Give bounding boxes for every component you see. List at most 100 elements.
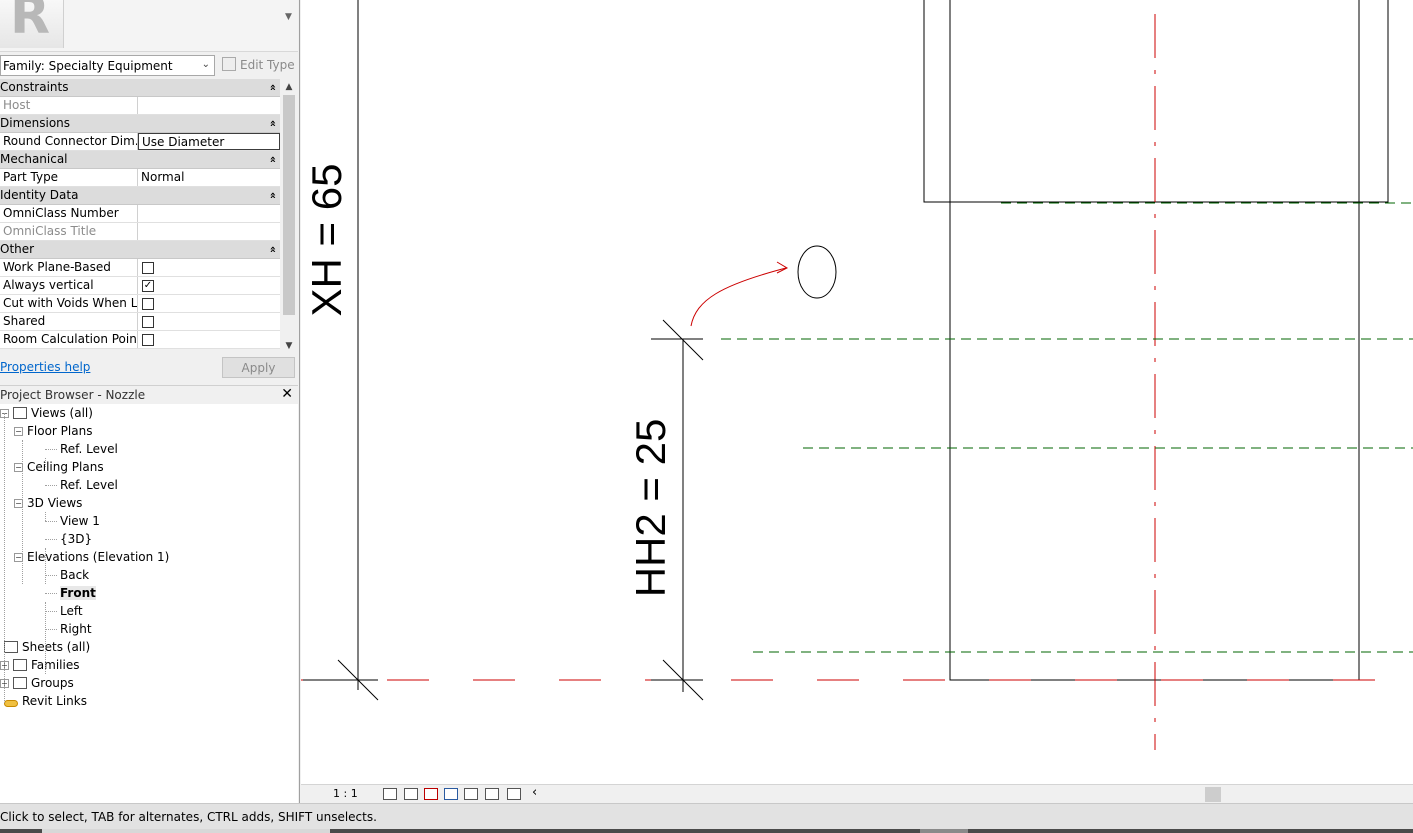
tree-item-label: View 1 xyxy=(60,514,100,528)
property-checkbox-cell[interactable]: ✓ xyxy=(138,277,280,294)
tree-item-label: Ceiling Plans xyxy=(27,460,104,474)
sun-path-icon[interactable] xyxy=(424,788,438,800)
property-value[interactable] xyxy=(138,205,280,222)
property-group-header[interactable]: Identity Data » xyxy=(0,187,280,205)
edit-type-label: Edit Type xyxy=(240,58,295,72)
collapse-group-icon[interactable]: » xyxy=(264,120,280,127)
property-checkbox-cell[interactable] xyxy=(138,295,280,312)
collapse-group-icon[interactable]: » xyxy=(264,192,280,199)
property-row[interactable]: Room Calculation Point xyxy=(0,331,280,349)
checkbox[interactable] xyxy=(142,316,154,328)
views-icon xyxy=(13,407,27,419)
temporary-hide-icon[interactable] xyxy=(507,788,521,800)
scroll-down-icon[interactable]: ▼ xyxy=(281,338,297,354)
collapse-arrow-icon[interactable]: ‹ xyxy=(532,785,537,800)
property-row[interactable]: Host xyxy=(0,97,280,115)
collapse-group-icon[interactable]: » xyxy=(264,246,280,253)
tree-item-label: Sheets (all) xyxy=(22,640,91,654)
property-checkbox-cell[interactable] xyxy=(138,313,280,330)
tree-item[interactable]: + Families xyxy=(0,656,79,674)
property-row[interactable]: Cut with Voids When L... xyxy=(0,295,280,313)
drawing-canvas[interactable]: XH = 65 HH2 = 25 xyxy=(301,0,1413,784)
project-browser-tree: − Views (all) − Floor Plans Ref. Level − Ceili… xyxy=(0,404,298,803)
tree-connector xyxy=(45,521,57,522)
checkbox[interactable] xyxy=(142,334,154,346)
tree-item[interactable]: − Elevations (Elevation 1) xyxy=(14,548,169,566)
show-crop-region-icon[interactable] xyxy=(485,788,499,800)
property-value[interactable] xyxy=(138,97,280,114)
properties-scrollbar[interactable]: ▲ ▼ xyxy=(281,79,297,354)
properties-help-link[interactable]: Properties help xyxy=(0,360,90,374)
property-value[interactable] xyxy=(138,223,280,240)
property-group-label: Constraints xyxy=(0,80,69,94)
property-row[interactable]: Shared xyxy=(0,313,280,331)
property-checkbox-cell[interactable] xyxy=(138,331,280,348)
flange-outline[interactable] xyxy=(923,0,1389,203)
tree-connector xyxy=(45,575,57,576)
dim-xh-label[interactable]: XH = 65 xyxy=(303,164,350,317)
tree-connector xyxy=(45,611,57,612)
circle-annotation xyxy=(797,245,837,299)
close-icon[interactable]: ✕ xyxy=(281,386,293,402)
property-value[interactable]: Use Diameter xyxy=(138,133,280,150)
family-filter-label: Family: Specialty Equipment xyxy=(3,59,173,73)
properties-footer: Properties help Apply xyxy=(0,355,298,381)
property-group-header[interactable]: Other » xyxy=(0,241,280,259)
shadows-icon[interactable] xyxy=(444,788,458,800)
family-filter-dropdown[interactable]: Family: Specialty Equipment ⌄ xyxy=(0,55,215,76)
tree-item[interactable]: − Ceiling Plans xyxy=(14,458,104,476)
property-value[interactable]: Normal xyxy=(138,169,280,186)
tree-item[interactable]: − Views (all) xyxy=(0,404,93,422)
taskbar-segment xyxy=(42,829,330,833)
property-row[interactable]: Part Type Normal xyxy=(0,169,280,187)
property-checkbox-cell[interactable] xyxy=(138,259,280,276)
revit-app: R ▼ Family: Specialty Equipment ⌄ Edit T… xyxy=(0,0,1413,833)
property-group-header[interactable]: Dimensions » xyxy=(0,115,280,133)
type-dropdown-arrow-icon[interactable]: ▼ xyxy=(285,12,292,22)
scroll-thumb[interactable] xyxy=(283,95,295,315)
tree-item[interactable]: Sheets (all) xyxy=(4,638,90,656)
tree-item-label: Views (all) xyxy=(31,406,93,420)
scroll-up-icon[interactable]: ▲ xyxy=(281,79,297,95)
property-row[interactable]: Work Plane-Based xyxy=(0,259,280,277)
tree-item[interactable]: + Groups xyxy=(0,674,74,692)
property-row[interactable]: Always vertical ✓ xyxy=(0,277,280,295)
crop-view-icon[interactable] xyxy=(464,788,478,800)
checkbox-checked[interactable]: ✓ xyxy=(142,280,154,292)
property-name: Always vertical xyxy=(0,277,138,294)
elevation-drawing[interactable]: XH = 65 HH2 = 25 xyxy=(301,0,1413,784)
horizontal-scroll-thumb[interactable] xyxy=(1205,787,1221,802)
dim-hh2-label[interactable]: HH2 = 25 xyxy=(627,419,674,598)
view-scale[interactable]: 1 : 1 xyxy=(333,787,358,800)
edit-type-button[interactable]: Edit Type xyxy=(220,55,296,76)
apply-button[interactable]: Apply xyxy=(222,357,295,378)
project-browser-title: Project Browser - Nozzle xyxy=(0,388,146,402)
red-arrowhead xyxy=(776,261,789,274)
property-row[interactable]: OmniClass Number xyxy=(0,205,280,223)
property-row[interactable]: Round Connector Dim... Use Diameter xyxy=(0,133,280,151)
tree-item-label: Front xyxy=(60,586,96,600)
properties-grid: Constraints » Host Dimensions » Round Connect… xyxy=(0,79,280,349)
property-group-header[interactable]: Mechanical » xyxy=(0,151,280,169)
revit-links-icon xyxy=(4,700,18,707)
tree-item[interactable]: − Floor Plans xyxy=(14,422,92,440)
collapse-group-icon[interactable]: » xyxy=(264,156,280,163)
detail-level-icon[interactable] xyxy=(383,788,397,800)
checkbox[interactable] xyxy=(142,262,154,274)
property-group-header[interactable]: Constraints » xyxy=(0,79,280,97)
property-name: Shared xyxy=(0,313,138,330)
checkbox[interactable] xyxy=(142,298,154,310)
tree-item-label: Left xyxy=(60,604,83,618)
tree-item-label: Right xyxy=(60,622,92,636)
tree-item-label: Elevations (Elevation 1) xyxy=(27,550,170,564)
property-row[interactable]: OmniClass Title xyxy=(0,223,280,241)
tree-item[interactable]: −3D Views xyxy=(14,494,82,512)
property-name: OmniClass Title xyxy=(0,223,138,240)
visual-style-icon[interactable] xyxy=(404,788,418,800)
tree-item[interactable]: Revit Links xyxy=(4,692,87,710)
collapse-group-icon[interactable]: » xyxy=(264,84,280,91)
collapse-icon[interactable]: − xyxy=(14,427,23,436)
tree-item-label: Floor Plans xyxy=(27,424,93,438)
type-selector[interactable]: R ▼ xyxy=(0,0,298,52)
left-panel: R ▼ Family: Specialty Equipment ⌄ Edit T… xyxy=(0,0,300,803)
